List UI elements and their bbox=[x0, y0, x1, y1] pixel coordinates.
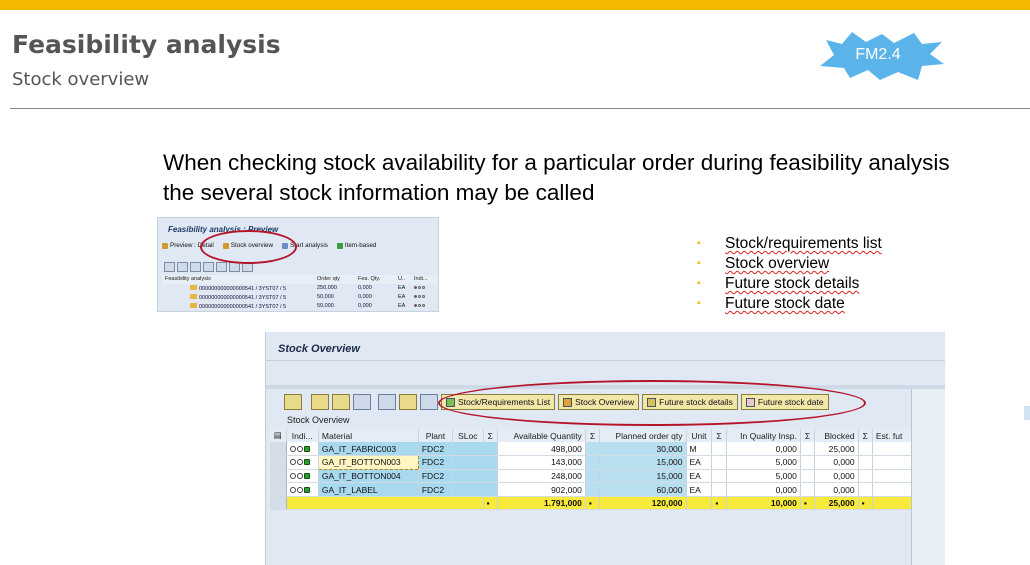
traffic-light-icon bbox=[414, 303, 426, 309]
preview-item-based-button[interactable]: Item-based bbox=[336, 242, 376, 249]
row-selector[interactable] bbox=[270, 482, 287, 497]
traffic-light-icon bbox=[286, 442, 319, 457]
stock-overview-screenshot: Stock Overview Stock/Requirements List S… bbox=[265, 332, 945, 565]
sort-asc-icon[interactable] bbox=[311, 394, 329, 410]
slide-title: Feasibility analysis bbox=[12, 30, 281, 59]
traffic-light-icon bbox=[414, 294, 426, 300]
table-row[interactable]: GA_IT_BOTTON004 FDC2 248,000 15,000 EA 5… bbox=[270, 469, 913, 484]
details-icon[interactable] bbox=[284, 394, 302, 410]
side-panel bbox=[911, 389, 945, 565]
filter-icon[interactable] bbox=[164, 262, 175, 272]
top-accent-bar bbox=[0, 0, 1030, 10]
row-selector[interactable] bbox=[270, 442, 287, 457]
expand-icon[interactable] bbox=[190, 262, 201, 272]
table-row[interactable]: GA_IT_FABRIC003 FDC2 498,000 30,000 M 0,… bbox=[270, 442, 913, 457]
table-row[interactable]: GA_IT_LABEL FDC2 902,000 60,000 EA 0,000… bbox=[270, 482, 913, 497]
sort-icon[interactable] bbox=[177, 262, 188, 272]
stock-table: ▤ Indi... Material Plant SLoc Σ Availabl… bbox=[270, 429, 913, 511]
traffic-light-icon bbox=[414, 285, 426, 291]
print-icon[interactable] bbox=[216, 262, 227, 272]
folder-icon bbox=[190, 303, 197, 308]
export-icon[interactable] bbox=[399, 394, 417, 410]
folder-icon bbox=[190, 294, 197, 299]
print-icon[interactable] bbox=[378, 394, 396, 410]
folder-icon bbox=[190, 285, 197, 290]
bullet-list: Stock/requirements list Stock overview F… bbox=[697, 234, 882, 314]
preview-table-header: Feasibility analysis Order qty Fea. Qty.… bbox=[162, 275, 438, 284]
preview-row[interactable]: 000000000000000541 / 3YST07 / 5 50,000 0… bbox=[162, 302, 438, 311]
totals-row: ▪ 1.791,000 ▪ 120,000 ▪ 10,000 ▪ 25,000 … bbox=[270, 496, 913, 511]
preview-row[interactable]: 000000000000000541 / 3YST07 / 5 250,000 … bbox=[162, 284, 438, 293]
bullet-item: Stock overview bbox=[697, 254, 882, 274]
table-header: ▤ Indi... Material Plant SLoc Σ Availabl… bbox=[270, 429, 913, 442]
edge-fragment bbox=[1024, 406, 1030, 420]
filter-icon[interactable] bbox=[332, 394, 350, 410]
highlight-circle bbox=[438, 380, 866, 426]
row-selector[interactable] bbox=[270, 496, 287, 511]
highlight-circle bbox=[200, 230, 297, 264]
sum-icon[interactable] bbox=[353, 394, 371, 410]
detail-icon bbox=[162, 242, 168, 249]
traffic-light-icon bbox=[286, 482, 319, 497]
bullet-item: Stock/requirements list bbox=[697, 234, 882, 254]
collapse-icon[interactable] bbox=[203, 262, 214, 272]
layout-icon[interactable]: ▤ bbox=[270, 429, 287, 442]
row-selector[interactable] bbox=[270, 455, 287, 470]
grid-caption: Stock Overview bbox=[287, 415, 350, 425]
row-selector[interactable] bbox=[270, 469, 287, 484]
bullet-item: Future stock details bbox=[697, 274, 882, 294]
traffic-light-icon bbox=[286, 469, 319, 484]
stock-overview-title: Stock Overview bbox=[278, 343, 360, 355]
title-separator bbox=[266, 360, 945, 361]
slide-subtitle: Stock overview bbox=[12, 69, 150, 90]
layout-icon[interactable] bbox=[420, 394, 438, 410]
preview-row[interactable]: 000000000000000541 / 3YST07 / 5 50,000 0… bbox=[162, 293, 438, 302]
title-divider bbox=[10, 108, 1030, 109]
table-row[interactable]: GA_IT_BOTTON003 FDC2 143,000 15,000 EA 5… bbox=[270, 455, 913, 470]
item-icon bbox=[336, 242, 343, 249]
bullet-item: Future stock date bbox=[697, 294, 882, 314]
badge-label: FM2.4 bbox=[855, 46, 901, 63]
preview-screenshot: Feasibility analysis : Preview Preview :… bbox=[157, 217, 439, 312]
intro-text: When checking stock availability for a p… bbox=[163, 150, 950, 205]
traffic-light-icon bbox=[286, 455, 319, 470]
